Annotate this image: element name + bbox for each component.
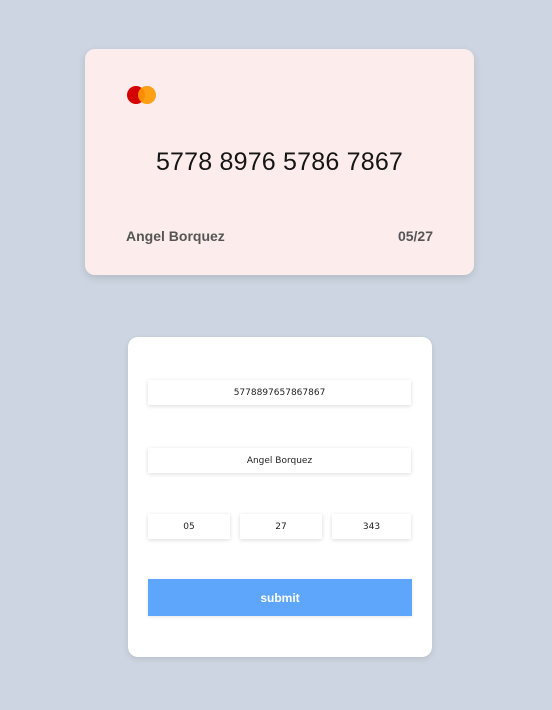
card-expiry-display: 05/27 (397, 228, 433, 244)
credit-card-preview: 5778 8976 5786 7867 Angel Borquez 05/27 (85, 49, 474, 275)
card-holder-display: Angel Borquez (126, 228, 225, 244)
mastercard-logo-icon (127, 86, 156, 104)
cvv-input[interactable] (332, 514, 411, 539)
submit-button[interactable]: submit (148, 579, 412, 616)
card-number-display: 5778 8976 5786 7867 (155, 148, 404, 176)
expiry-month-input[interactable] (148, 514, 230, 539)
card-holder-input[interactable] (148, 448, 411, 473)
expiry-year-input[interactable] (240, 514, 322, 539)
logo-orange-circle (138, 86, 156, 104)
card-number-input[interactable] (148, 380, 411, 405)
card-form: submit (128, 337, 432, 657)
